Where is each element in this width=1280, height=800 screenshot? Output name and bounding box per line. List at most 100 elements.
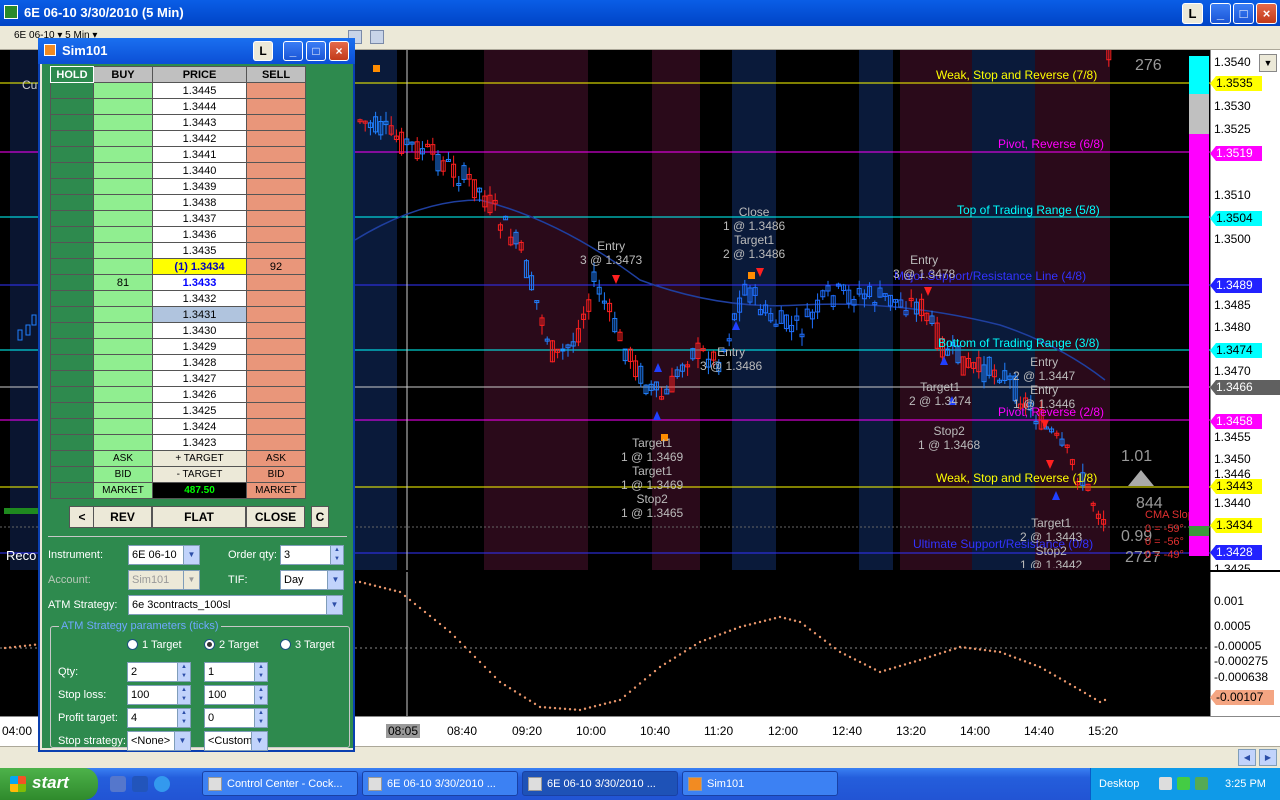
buy-cell[interactable]: 81 [93,274,153,291]
buy-cell[interactable] [93,354,153,371]
buy-cell[interactable] [93,210,153,227]
price-cell[interactable]: 1.3440 [152,162,247,179]
sell-cell[interactable] [246,194,306,211]
price-cell[interactable]: 1.3427 [152,370,247,387]
buy-cell[interactable] [93,226,153,243]
order-qty-stepper[interactable]: 3 ▲ ▼ [280,545,344,565]
profit-target1-stepper[interactable]: 4 ▲ ▼ [127,708,191,728]
left-button[interactable]: < [69,506,95,528]
buy-cell[interactable] [93,194,153,211]
sell-cell[interactable] [246,290,306,307]
price-cell[interactable]: 1.3433 [152,274,247,291]
sell-cell[interactable] [246,146,306,163]
stop-loss-target2-stepper[interactable]: 100 ▲ ▼ [204,685,268,705]
network-icon[interactable] [1177,777,1190,790]
price-cell[interactable]: 1.3435 [152,242,247,259]
sell-cell[interactable] [246,210,306,227]
price-cell[interactable]: 1.3436 [152,226,247,243]
sell-cell[interactable] [246,82,306,99]
rev-button[interactable]: REV [93,506,152,528]
hold-header[interactable]: HOLD [50,66,94,83]
buy-cell[interactable] [93,386,153,403]
stepper-arrows-icon[interactable]: ▲ ▼ [254,709,267,727]
instrument-select[interactable]: 6E 06-10 ▼ [128,545,200,565]
sell-cell[interactable] [246,114,306,131]
tray-icon[interactable] [1159,777,1172,790]
price-cell[interactable]: 1.3445 [152,82,247,99]
price-cell[interactable]: 1.3442 [152,130,247,147]
bid-row-sell[interactable]: BID [246,466,306,483]
qty-target1-stepper[interactable]: 2 ▲ ▼ [127,662,191,682]
dom-minimize-button[interactable]: _ [283,41,303,61]
properties-icon[interactable] [370,30,384,44]
bid-row-buy[interactable]: BID [93,466,153,483]
price-cell[interactable]: 1.3428 [152,354,247,371]
link-button[interactable]: L [1182,3,1203,24]
sell-cell[interactable] [246,98,306,115]
network-icon[interactable] [1195,777,1208,790]
tif-select[interactable]: Day ▼ [280,570,344,590]
pnl-display[interactable]: 487.50 [152,482,247,499]
price-cell[interactable]: 1.3437 [152,210,247,227]
quicklaunch-icon[interactable] [110,776,126,792]
stepper-arrows-icon[interactable]: ▲ ▼ [177,686,190,704]
flat-button[interactable]: FLAT [152,506,246,528]
price-cell[interactable]: 1.3444 [152,98,247,115]
profit-target2-stepper[interactable]: 0 ▲ ▼ [204,708,268,728]
price-cell[interactable]: 1.3425 [152,402,247,419]
sell-cell[interactable] [246,226,306,243]
buy-cell[interactable] [93,306,153,323]
buy-cell[interactable] [93,370,153,387]
sell-cell[interactable] [246,338,306,355]
ie-icon[interactable] [154,776,170,792]
buy-cell[interactable] [93,402,153,419]
atm-strategy-select[interactable]: 6e 3contracts_100sl ▼ [128,595,343,615]
close-button[interactable]: × [1256,3,1277,24]
sell-cell[interactable] [246,322,306,339]
stepper-arrows-icon[interactable]: ▲ ▼ [254,686,267,704]
sell-cell[interactable] [246,306,306,323]
ask-row-target[interactable]: + TARGET [152,450,247,467]
sell-cell[interactable] [246,130,306,147]
sell-cell[interactable] [246,274,306,291]
desktop-toolbar-label[interactable]: Desktop [1099,778,1139,790]
stepper-arrows-icon[interactable]: ▲ ▼ [330,546,343,564]
buy-cell[interactable] [93,338,153,355]
sell-cell[interactable] [246,402,306,419]
stepper-arrows-icon[interactable]: ▲ ▼ [177,709,190,727]
radio-2-target[interactable]: 2 Target [204,639,259,651]
c-button[interactable]: C [311,506,329,528]
ask-row-buy[interactable]: ASK [93,450,153,467]
minimize-button[interactable]: _ [1210,3,1231,24]
radio-1-target[interactable]: 1 Target [127,639,182,651]
dom-link-button[interactable]: L [253,41,273,61]
sell-cell[interactable] [246,370,306,387]
taskbar-item-chart2[interactable]: 6E 06-10 3/30/2010 ... [522,771,678,796]
stop-strategy1-select[interactable]: <None> ▼ [127,731,191,751]
price-cell[interactable]: 1.3438 [152,194,247,211]
price-cell[interactable]: 1.3426 [152,386,247,403]
price-cell[interactable]: 1.3429 [152,338,247,355]
buy-cell[interactable] [93,162,153,179]
collapse-button[interactable]: ▼ [1259,54,1277,72]
price-cell[interactable]: 1.3424 [152,418,247,435]
buy-cell[interactable] [93,242,153,259]
ask-row-sell[interactable]: ASK [246,450,306,467]
info-icon[interactable] [132,776,148,792]
dom-close-button[interactable]: × [329,41,349,61]
price-cell[interactable]: 1.3439 [152,178,247,195]
close-position-button[interactable]: CLOSE [246,506,305,528]
buy-cell[interactable] [93,146,153,163]
price-cell[interactable]: 1.3441 [152,146,247,163]
taskbar-item-control-center[interactable]: Control Center - Cock... [202,771,358,796]
price-cell[interactable]: 1.3443 [152,114,247,131]
sell-cell[interactable] [246,418,306,435]
buy-cell[interactable] [93,258,153,275]
taskbar-item-sim101[interactable]: Sim101 [682,771,838,796]
price-cell[interactable]: 1.3423 [152,434,247,451]
sell-cell[interactable]: 92 [246,258,306,275]
market-row-buy[interactable]: MARKET [93,482,153,499]
buy-cell[interactable] [93,418,153,435]
taskbar-item-chart1[interactable]: 6E 06-10 3/30/2010 ... [362,771,518,796]
radio-3-target[interactable]: 3 Target [280,639,335,651]
